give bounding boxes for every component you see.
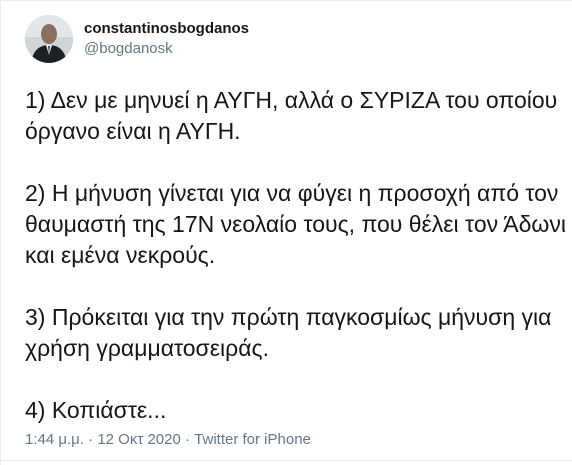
tweet-date[interactable]: 12 Οκτ 2020 [97,431,180,448]
tweet-source[interactable]: Twitter for iPhone [194,431,311,448]
display-name[interactable]: constantinosbogdanos [84,19,249,39]
tweet-line: θαυμαστή της 17Ν νεολαίο τους, που θέλει… [25,211,566,237]
tweet-card: constantinosbogdanos @bogdanosk 1) Δεν μ… [0,0,572,465]
tweet-time[interactable]: 1:44 μ.μ. [25,431,84,448]
meta-separator: · [88,431,94,448]
bottom-divider [1,460,572,461]
tweet-line: χρήση γραμματοσειράς. [25,335,269,361]
tweet-meta: 1:44 μ.μ. · 12 Οκτ 2020 · Twitter for iP… [25,431,311,448]
tweet-line-gap [25,364,572,395]
tweet-line: 4) Κοπιάστε... [25,397,167,423]
tweet-line-gap [25,147,572,178]
tweet-line: 1) Δεν με μηνυεί η ΑΥΓΗ, αλλά ο ΣΥΡΙΖΑ τ… [25,87,558,113]
tweet-line: και εμένα νεκρούς. [25,242,216,268]
tweet-header: constantinosbogdanos @bogdanosk [25,15,249,63]
tweet-line: 3) Πρόκειται για την πρώτη παγκοσμίως μή… [25,304,552,330]
avatar-photo-icon [25,15,73,63]
tweet-line: 2) Η μήνυση γίνεται για να φύγει η προσο… [25,180,559,206]
tweet-text: 1) Δεν με μηνυεί η ΑΥΓΗ, αλλά ο ΣΥΡΙΖΑ τ… [25,85,572,426]
meta-separator: · [184,431,190,448]
tweet-line: όργανο είναι η ΑΥΓΗ. [25,118,241,144]
user-handle[interactable]: @bogdanosk [84,39,249,59]
avatar[interactable] [25,15,73,63]
user-names: constantinosbogdanos @bogdanosk [84,19,249,59]
tweet-line-gap [25,271,572,302]
